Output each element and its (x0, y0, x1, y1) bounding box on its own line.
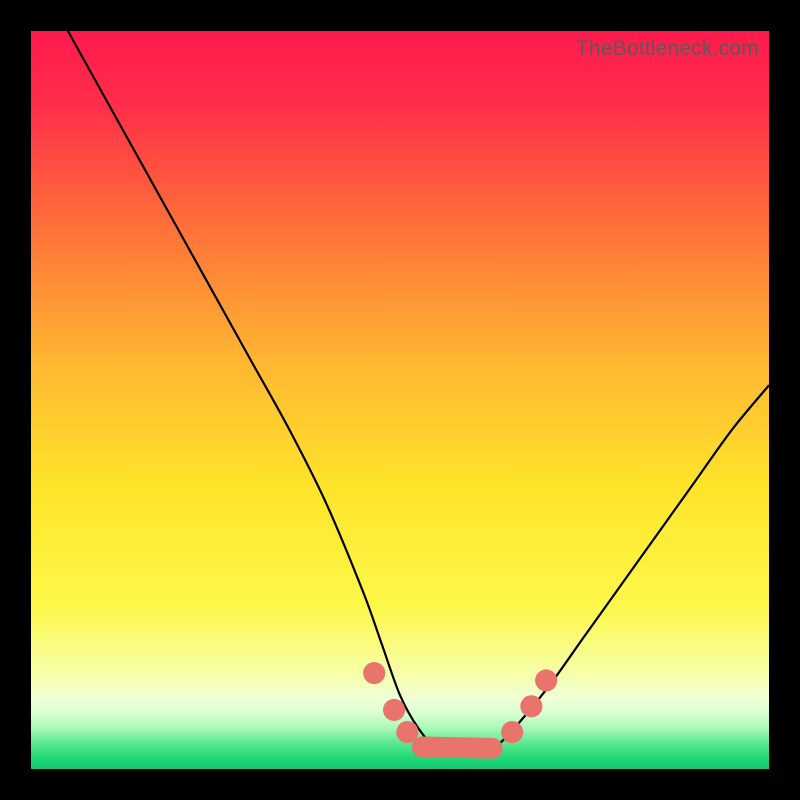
chart-frame: TheBottleneck.com (0, 0, 800, 800)
marker-dot (383, 699, 405, 721)
marker-dot (363, 662, 385, 684)
marker-dot (520, 695, 542, 717)
watermark-text: TheBottleneck.com (576, 37, 759, 61)
marker-dot (501, 721, 523, 743)
curve-layer (31, 31, 769, 769)
plot-area: TheBottleneck.com (31, 31, 769, 769)
marker-dot (535, 669, 557, 691)
marker-capsule (422, 747, 492, 748)
bottleneck-curve (68, 31, 769, 751)
